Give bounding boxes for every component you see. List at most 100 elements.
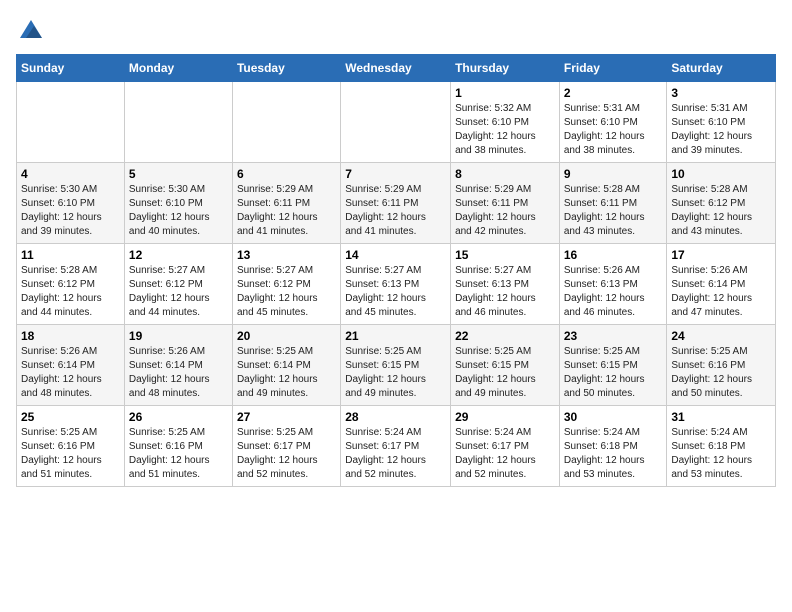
calendar-header-row: SundayMondayTuesdayWednesdayThursdayFrid… (17, 55, 776, 82)
day-cell: 5 Sunrise: 5:30 AMSunset: 6:10 PMDaylight… (124, 163, 232, 244)
day-info: Sunrise: 5:29 AMSunset: 6:11 PMDaylight:… (237, 183, 336, 239)
day-info: Sunrise: 5:30 AMSunset: 6:10 PMDaylight:… (129, 183, 228, 239)
week-row-4: 18 Sunrise: 5:26 AMSunset: 6:14 PMDayligh… (17, 325, 776, 406)
day-info: Sunrise: 5:24 AMSunset: 6:18 PMDaylight:… (671, 426, 771, 482)
day-info: Sunrise: 5:25 AMSunset: 6:16 PMDaylight:… (671, 345, 771, 401)
day-cell: 23Sunrise: 5:25 AMSunset: 6:15 PMDayligh… (559, 325, 667, 406)
day-cell: 29 Sunrise: 5:24 AMSunset: 6:17 PMDayligh… (451, 406, 560, 487)
logo-icon (16, 16, 46, 46)
day-info: Sunrise: 5:29 AMSunset: 6:11 PMDaylight:… (345, 183, 446, 239)
header-friday: Friday (559, 55, 667, 82)
day-cell: 12 Sunrise: 5:27 AMSunset: 6:12 PMDayligh… (124, 244, 232, 325)
header-saturday: Saturday (667, 55, 776, 82)
day-number: 29 (455, 410, 555, 424)
day-number: 18 (21, 329, 120, 343)
day-cell: 22Sunrise: 5:25 AMSunset: 6:15 PMDayligh… (451, 325, 560, 406)
day-info: Sunrise: 5:27 AMSunset: 6:13 PMDaylight:… (345, 264, 446, 320)
day-number: 17 (671, 248, 771, 262)
day-info: Sunrise: 5:28 AMSunset: 6:12 PMDaylight:… (671, 183, 771, 239)
day-info: Sunrise: 5:31 AMSunset: 6:10 PMDaylight:… (671, 102, 771, 158)
day-cell: 15 Sunrise: 5:27 AMSunset: 6:13 PMDayligh… (451, 244, 560, 325)
day-cell: 19 Sunrise: 5:26 AMSunset: 6:14 PMDayligh… (124, 325, 232, 406)
day-cell: 9 Sunrise: 5:28 AMSunset: 6:11 PMDaylight… (559, 163, 667, 244)
day-info: Sunrise: 5:29 AMSunset: 6:11 PMDaylight:… (455, 183, 555, 239)
day-info: Sunrise: 5:26 AMSunset: 6:14 PMDaylight:… (671, 264, 771, 320)
day-info: Sunrise: 5:30 AMSunset: 6:10 PMDaylight:… (21, 183, 120, 239)
day-info: Sunrise: 5:26 AMSunset: 6:14 PMDaylight:… (21, 345, 120, 401)
day-cell: 3Sunrise: 5:31 AMSunset: 6:10 PMDaylight… (667, 82, 776, 163)
day-number: 4 (21, 167, 120, 181)
day-info: Sunrise: 5:25 AMSunset: 6:16 PMDaylight:… (129, 426, 228, 482)
day-info: Sunrise: 5:27 AMSunset: 6:12 PMDaylight:… (129, 264, 228, 320)
day-cell: 28 Sunrise: 5:24 AMSunset: 6:17 PMDayligh… (341, 406, 451, 487)
day-info: Sunrise: 5:27 AMSunset: 6:12 PMDaylight:… (237, 264, 336, 320)
day-cell: 6 Sunrise: 5:29 AMSunset: 6:11 PMDaylight… (232, 163, 340, 244)
week-row-5: 25 Sunrise: 5:25 AMSunset: 6:16 PMDayligh… (17, 406, 776, 487)
day-cell: 8 Sunrise: 5:29 AMSunset: 6:11 PMDaylight… (451, 163, 560, 244)
day-cell: 31 Sunrise: 5:24 AMSunset: 6:18 PMDayligh… (667, 406, 776, 487)
day-cell: 30 Sunrise: 5:24 AMSunset: 6:18 PMDayligh… (559, 406, 667, 487)
day-info: Sunrise: 5:26 AMSunset: 6:13 PMDaylight:… (564, 264, 663, 320)
week-row-1: 1 Sunrise: 5:32 AMSunset: 6:10 PMDaylight… (17, 82, 776, 163)
page-header (16, 16, 776, 46)
day-number: 25 (21, 410, 120, 424)
day-info: Sunrise: 5:25 AMSunset: 6:15 PMDaylight:… (345, 345, 446, 401)
day-cell (17, 82, 125, 163)
week-row-3: 11 Sunrise: 5:28 AMSunset: 6:12 PMDayligh… (17, 244, 776, 325)
day-number: 21 (345, 329, 446, 343)
calendar-table: SundayMondayTuesdayWednesdayThursdayFrid… (16, 54, 776, 487)
day-number: 6 (237, 167, 336, 181)
day-info: Sunrise: 5:25 AMSunset: 6:16 PMDaylight:… (21, 426, 120, 482)
day-number: 11 (21, 248, 120, 262)
day-number: 26 (129, 410, 228, 424)
day-cell: 17 Sunrise: 5:26 AMSunset: 6:14 PMDayligh… (667, 244, 776, 325)
day-number: 20 (237, 329, 336, 343)
day-number: 2 (564, 86, 663, 100)
day-number: 23 (564, 329, 663, 343)
day-cell (341, 82, 451, 163)
day-cell: 1 Sunrise: 5:32 AMSunset: 6:10 PMDaylight… (451, 82, 560, 163)
day-cell: 24 Sunrise: 5:25 AMSunset: 6:16 PMDayligh… (667, 325, 776, 406)
day-cell: 18 Sunrise: 5:26 AMSunset: 6:14 PMDayligh… (17, 325, 125, 406)
day-info: Sunrise: 5:32 AMSunset: 6:10 PMDaylight:… (455, 102, 555, 158)
day-info: Sunrise: 5:25 AMSunset: 6:14 PMDaylight:… (237, 345, 336, 401)
day-cell: 10Sunrise: 5:28 AMSunset: 6:12 PMDayligh… (667, 163, 776, 244)
day-number: 8 (455, 167, 555, 181)
day-number: 9 (564, 167, 663, 181)
day-number: 5 (129, 167, 228, 181)
day-info: Sunrise: 5:28 AMSunset: 6:12 PMDaylight:… (21, 264, 120, 320)
day-number: 28 (345, 410, 446, 424)
day-number: 1 (455, 86, 555, 100)
day-info: Sunrise: 5:25 AMSunset: 6:17 PMDaylight:… (237, 426, 336, 482)
day-cell: 4 Sunrise: 5:30 AMSunset: 6:10 PMDaylight… (17, 163, 125, 244)
day-number: 15 (455, 248, 555, 262)
day-number: 24 (671, 329, 771, 343)
week-row-2: 4 Sunrise: 5:30 AMSunset: 6:10 PMDaylight… (17, 163, 776, 244)
day-cell: 7Sunrise: 5:29 AMSunset: 6:11 PMDaylight… (341, 163, 451, 244)
day-info: Sunrise: 5:27 AMSunset: 6:13 PMDaylight:… (455, 264, 555, 320)
day-number: 19 (129, 329, 228, 343)
day-info: Sunrise: 5:26 AMSunset: 6:14 PMDaylight:… (129, 345, 228, 401)
day-info: Sunrise: 5:31 AMSunset: 6:10 PMDaylight:… (564, 102, 663, 158)
header-wednesday: Wednesday (341, 55, 451, 82)
day-number: 31 (671, 410, 771, 424)
header-sunday: Sunday (17, 55, 125, 82)
header-tuesday: Tuesday (232, 55, 340, 82)
day-number: 12 (129, 248, 228, 262)
day-cell: 21 Sunrise: 5:25 AMSunset: 6:15 PMDayligh… (341, 325, 451, 406)
day-cell: 2 Sunrise: 5:31 AMSunset: 6:10 PMDaylight… (559, 82, 667, 163)
day-info: Sunrise: 5:24 AMSunset: 6:17 PMDaylight:… (345, 426, 446, 482)
day-info: Sunrise: 5:24 AMSunset: 6:18 PMDaylight:… (564, 426, 663, 482)
day-info: Sunrise: 5:28 AMSunset: 6:11 PMDaylight:… (564, 183, 663, 239)
day-cell: 16Sunrise: 5:26 AMSunset: 6:13 PMDayligh… (559, 244, 667, 325)
day-number: 27 (237, 410, 336, 424)
day-number: 30 (564, 410, 663, 424)
day-cell (124, 82, 232, 163)
day-cell: 27 Sunrise: 5:25 AMSunset: 6:17 PMDayligh… (232, 406, 340, 487)
day-cell: 11 Sunrise: 5:28 AMSunset: 6:12 PMDayligh… (17, 244, 125, 325)
day-cell (232, 82, 340, 163)
day-cell: 26 Sunrise: 5:25 AMSunset: 6:16 PMDayligh… (124, 406, 232, 487)
day-info: Sunrise: 5:24 AMSunset: 6:17 PMDaylight:… (455, 426, 555, 482)
day-number: 13 (237, 248, 336, 262)
day-info: Sunrise: 5:25 AMSunset: 6:15 PMDaylight:… (455, 345, 555, 401)
